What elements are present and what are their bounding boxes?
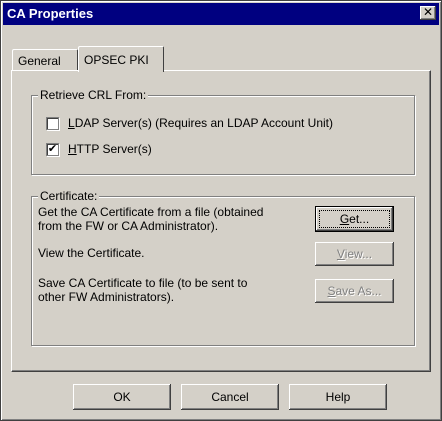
tab-opsec-pki-label: OPSEC PKI <box>84 53 149 67</box>
ca-properties-dialog: CA Properties ✕ General OPSEC PKI Retrie… <box>0 0 442 421</box>
cancel-button[interactable]: Cancel <box>181 384 279 410</box>
cancel-label: Cancel <box>211 390 249 404</box>
retrieve-crl-group: Retrieve CRL From: LDAP Server(s) (Requi… <box>31 88 415 175</box>
title-bar: CA Properties ✕ <box>3 3 439 25</box>
tab-panel-opsec-pki: Retrieve CRL From: LDAP Server(s) (Requi… <box>11 70 431 372</box>
get-button[interactable]: Get... <box>315 206 394 232</box>
close-icon: ✕ <box>422 5 434 19</box>
tab-general[interactable]: General <box>12 49 78 71</box>
view-label-text: iew... <box>344 247 373 261</box>
tab-opsec-pki[interactable]: OPSEC PKI <box>78 46 164 72</box>
http-checkbox[interactable]: ✔ <box>46 143 59 156</box>
help-label: Help <box>325 390 351 404</box>
get-certificate-description: Get the CA Certificate from a file (obta… <box>38 205 263 233</box>
ldap-checkbox[interactable] <box>46 117 59 130</box>
save-desc-line-2: other FW Administrators). <box>38 290 175 304</box>
http-mnemonic: H <box>68 142 77 156</box>
view-mnemonic: V <box>336 247 345 261</box>
save-certificate-description: Save CA Certificate to file (to be sent … <box>38 276 247 304</box>
ldap-mnemonic: L <box>68 116 75 130</box>
view-button[interactable]: View... <box>315 242 394 266</box>
retrieve-crl-legend: Retrieve CRL From: <box>38 88 149 102</box>
save-as-button[interactable]: Save As... <box>315 279 394 303</box>
get-desc-line-2: from the FW or CA Administrator). <box>38 219 219 233</box>
ldap-label-text: DAP Server(s) (Requires an LDAP Account … <box>74 116 334 130</box>
certificate-legend: Certificate: <box>38 189 100 203</box>
close-button[interactable]: ✕ <box>420 6 436 20</box>
ldap-checkbox-label[interactable]: LDAP Server(s) (Requires an LDAP Account… <box>68 116 333 130</box>
save-as-label-text: ave As... <box>335 284 382 298</box>
tab-general-label: General <box>18 54 61 68</box>
view-certificate-description: View the Certificate. <box>38 246 145 260</box>
get-desc-line-1: Get the CA Certificate from a file (obta… <box>38 205 264 219</box>
get-button-focus <box>319 210 390 228</box>
ok-button[interactable]: OK <box>73 384 171 410</box>
save-desc-line-1: Save CA Certificate to file (to be sent … <box>38 276 248 290</box>
http-checkbox-label[interactable]: HTTP Server(s) <box>68 142 152 156</box>
ok-label: OK <box>113 390 131 404</box>
certificate-group: Certificate: Get the CA Certificate from… <box>31 189 415 346</box>
help-button[interactable]: Help <box>289 384 387 410</box>
window-title: CA Properties <box>7 6 94 21</box>
http-label-text: TTP Server(s) <box>76 142 152 156</box>
http-check-mark: ✔ <box>47 143 58 155</box>
